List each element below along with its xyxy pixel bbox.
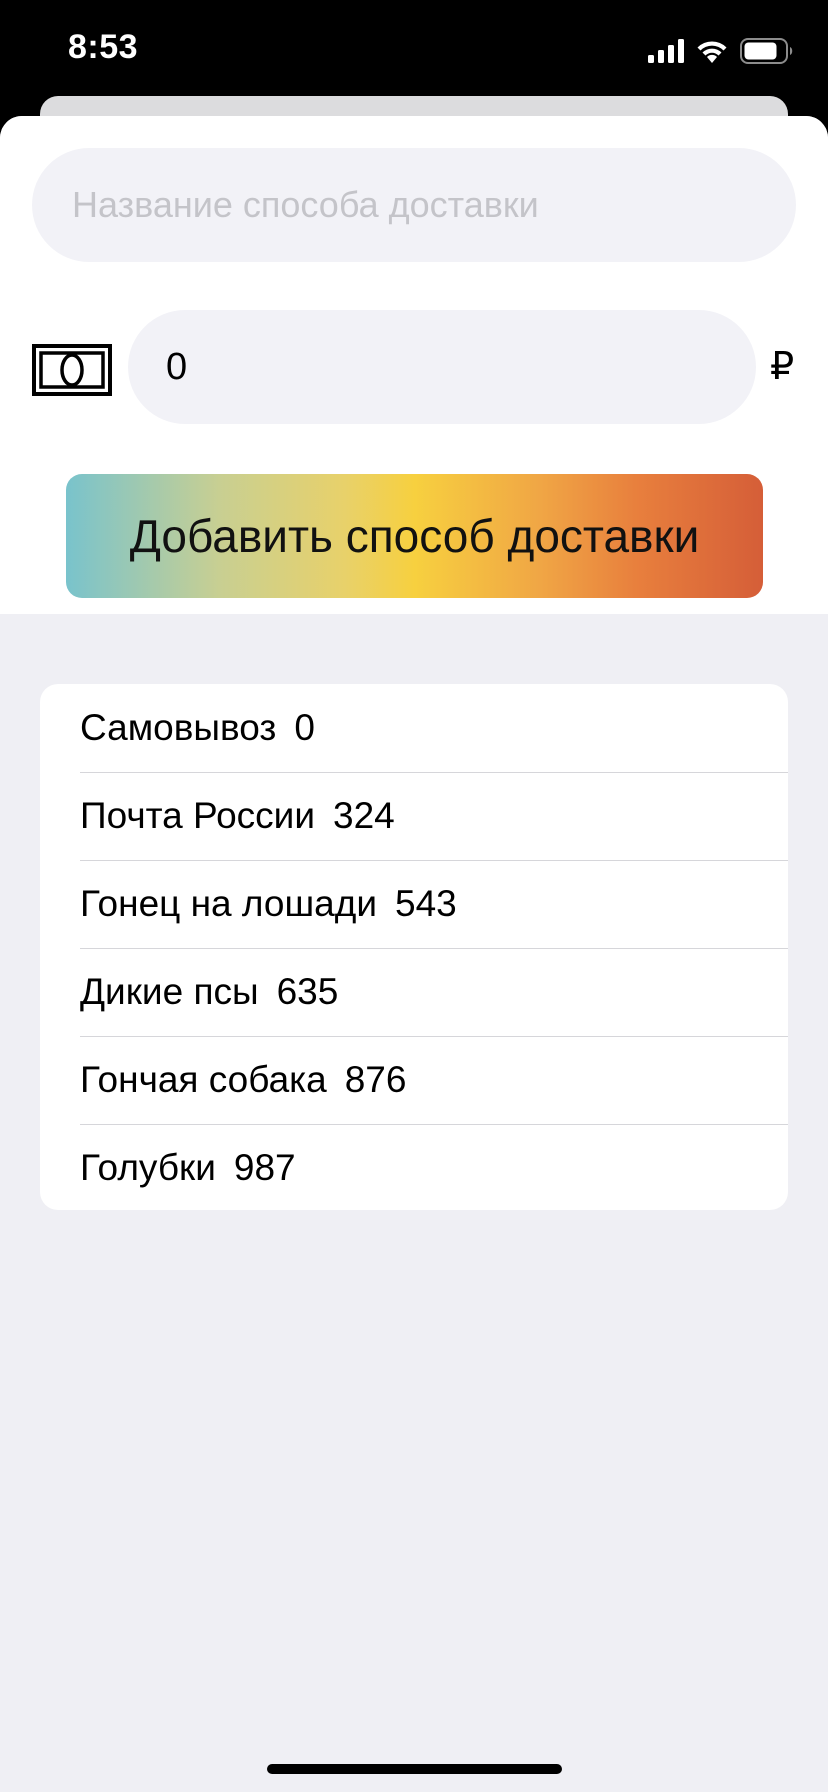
status-time: 8:53 [68, 28, 139, 66]
delivery-methods-list: Самовывоз 0 Почта России 324 Гонец на ло… [40, 684, 788, 1210]
delivery-method-name: Почта России [80, 795, 315, 836]
delivery-method-name: Гонец на лошади [80, 883, 378, 924]
delivery-method-name: Дикие псы [80, 971, 259, 1012]
modal-sheet: ₽ Добавить способ доставки Самовывоз 0 П… [0, 116, 828, 1792]
delivery-method-price: 635 [276, 971, 339, 1012]
delivery-method-price: 987 [233, 1147, 296, 1188]
wifi-icon [697, 41, 727, 63]
cellular-signal-icon [648, 39, 684, 63]
list-item[interactable]: Дикие псы 635 [40, 948, 788, 1036]
add-delivery-method-button[interactable]: Добавить способ доставки [66, 474, 763, 598]
list-item[interactable]: Почта России 324 [40, 772, 788, 860]
delivery-price-input[interactable] [128, 310, 756, 424]
add-delivery-method-label: Добавить способ доставки [129, 510, 700, 562]
delivery-method-price: 324 [333, 795, 395, 836]
delivery-method-price: 543 [395, 883, 457, 924]
list-item[interactable]: Самовывоз 0 [40, 684, 788, 772]
delivery-method-name: Гончая собака [80, 1059, 327, 1100]
list-item[interactable]: Гончая собака 876 [40, 1036, 788, 1124]
delivery-method-name: Самовывоз [80, 707, 277, 748]
home-indicator[interactable] [267, 1764, 562, 1774]
delivery-method-price: 0 [294, 707, 315, 748]
delivery-method-price: 876 [344, 1059, 407, 1100]
status-icons [648, 36, 794, 66]
list-item[interactable]: Гонец на лошади 543 [40, 860, 788, 948]
battery-icon [740, 38, 793, 64]
delivery-method-name: Голубки [80, 1147, 216, 1188]
delivery-form: ₽ Добавить способ доставки [0, 116, 828, 614]
list-item[interactable]: Голубки 987 [40, 1124, 788, 1210]
status-bar: 8:53 [0, 0, 828, 100]
currency-symbol: ₽ [770, 346, 795, 388]
banknote-icon [32, 344, 112, 396]
delivery-name-input[interactable] [32, 148, 796, 262]
